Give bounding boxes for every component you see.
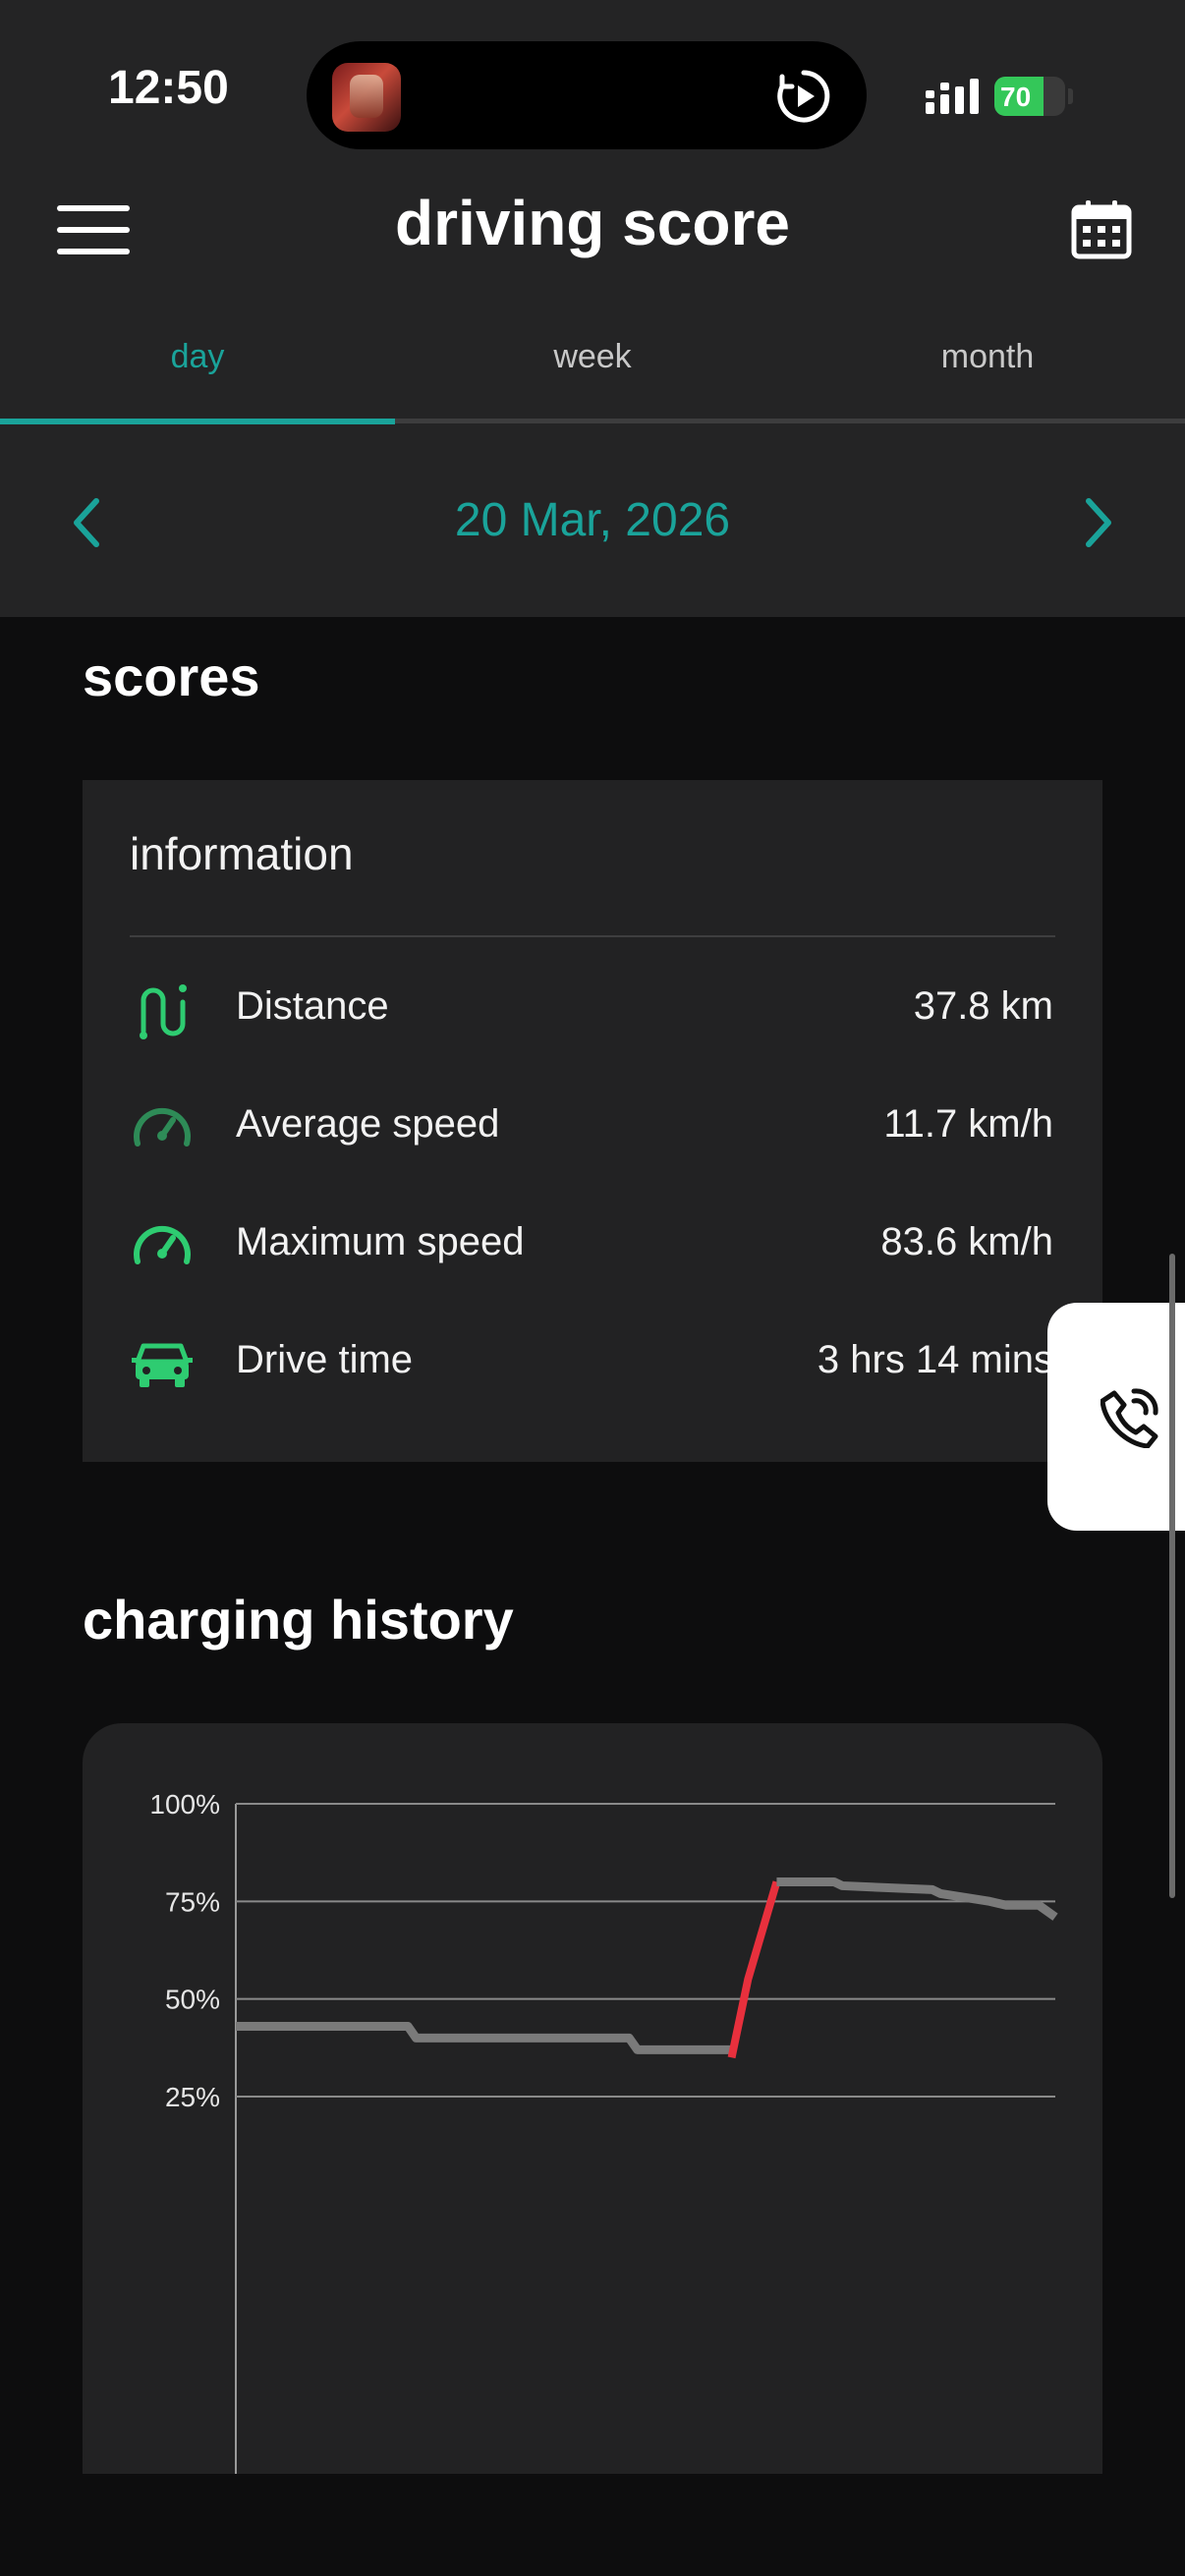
info-label: Average speed [236,1102,500,1146]
information-card: information Distance 37.8 km Average spe… [83,780,1102,1462]
cellular-signal-icon [926,79,979,114]
tab-indicator [0,419,395,424]
period-tabs: day week month [0,324,1185,424]
route-icon [140,984,187,1039]
game-app-icon[interactable] [332,63,401,132]
floating-call-button[interactable] [1047,1303,1185,1531]
status-time: 12:50 [108,62,229,114]
selected-date[interactable]: 20 Mar, 2026 [0,493,1185,547]
gauge-low-icon [134,1107,191,1147]
play-circle-icon[interactable] [774,67,833,126]
chevron-right-icon[interactable] [1079,495,1118,550]
calendar-icon[interactable] [1071,198,1132,259]
tab-week[interactable]: week [395,324,790,422]
charging-history-chart: 100% 75% 50% 25% [149,1789,1058,2576]
tab-day[interactable]: day [0,324,395,422]
scrollbar[interactable] [1169,1254,1175,1898]
info-label: Drive time [236,1338,414,1381]
divider [130,935,1055,937]
discharging-series-line [236,2021,732,2054]
info-row-distance: Distance 37.8 km [130,971,1053,1049]
car-icon [132,1343,193,1387]
charging-series-line [727,1880,781,2059]
phone-call-icon [1100,1388,1158,1448]
date-navigator: 20 Mar, 2026 [0,462,1185,580]
charging-history-chart-card: 100% 75% 50% 25% [83,1723,1102,2576]
discharging-series-line [776,1876,1058,1921]
information-title: information [130,828,354,879]
y-tick-label: 50% [165,1985,220,2015]
info-row-maximum-speed: Maximum speed 83.6 km/h [130,1206,1053,1285]
gauge-high-icon [134,1225,191,1264]
info-value: 37.8 km [913,984,1053,1028]
info-label: Maximum speed [236,1220,525,1263]
y-tick-label: 25% [165,2082,220,2112]
dynamic-island[interactable] [307,41,867,149]
info-label: Distance [236,984,389,1028]
info-value: 3 hrs 14 mins [817,1338,1053,1381]
y-tick-label: 75% [165,1886,220,1917]
info-value: 83.6 km/h [880,1220,1053,1263]
battery-charging-icon: 70 [994,77,1073,116]
page-title: driving score [395,188,790,258]
info-row-drive-time: Drive time 3 hrs 14 mins [130,1324,1053,1403]
scores-heading: scores [83,645,260,707]
tab-month[interactable]: month [790,324,1185,422]
info-row-average-speed: Average speed 11.7 km/h [130,1089,1053,1167]
battery-percent: 70 [1000,82,1032,112]
y-tick-label: 100% [149,1789,220,1820]
info-value: 11.7 km/h [883,1102,1053,1146]
top-app-bar: 12:50 70 driving score day week month 20… [0,0,1185,617]
charging-history-heading: charging history [83,1589,514,1651]
page-background [0,2474,1185,2576]
